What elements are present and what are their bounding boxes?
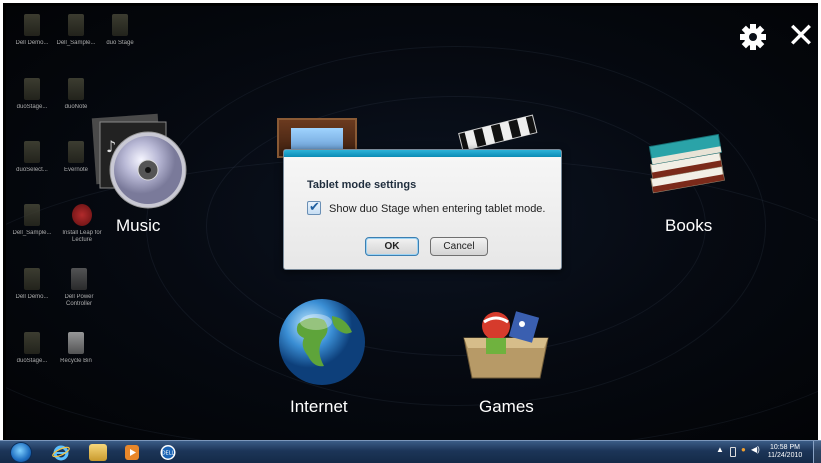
- dialog-title: Tablet mode settings: [307, 179, 417, 191]
- desktop-icon[interactable]: Dell_Sample...: [54, 14, 98, 47]
- clock[interactable]: 10:58 PM 11/24/2010: [762, 444, 808, 460]
- gear-icon[interactable]: [739, 23, 767, 51]
- volume-icon[interactable]: ◀): [751, 445, 760, 454]
- desktop-icon[interactable]: Dell Demo...: [10, 14, 54, 47]
- internet-label[interactable]: Internet: [290, 397, 348, 417]
- show-duo-stage-checkbox[interactable]: [307, 199, 321, 215]
- desktop-icon[interactable]: duoNote: [54, 78, 98, 111]
- books-label[interactable]: Books: [665, 216, 712, 236]
- show-duo-stage-label[interactable]: Show duo Stage when entering tablet mode…: [329, 203, 545, 215]
- music-label[interactable]: Music: [116, 216, 160, 236]
- dialog-accent-bar: [284, 150, 561, 157]
- tablet-mode-settings-dialog: Tablet mode settings Show duo Stage when…: [283, 149, 562, 270]
- clock-date: 11/24/2010: [767, 452, 803, 459]
- desktop-icon[interactable]: duoStage...: [10, 332, 54, 365]
- media-player-icon[interactable]: [123, 444, 141, 461]
- desktop: Dell Demo... Dell_Sample... duo Stage du…: [6, 6, 818, 443]
- desktop-icon[interactable]: duo Stage: [98, 14, 142, 47]
- file-explorer-icon[interactable]: [89, 444, 107, 461]
- clock-time: 10:58 PM: [770, 444, 800, 451]
- screen: Dell Demo... Dell_Sample... duo Stage du…: [0, 0, 821, 463]
- taskbar: DELL ▲ ● ◀) 10:58 PM 11/24/2010: [0, 440, 821, 463]
- desktop-icon[interactable]: Dell Power Controller: [54, 268, 104, 308]
- cancel-button[interactable]: Cancel: [430, 237, 488, 256]
- desktop-icon[interactable]: duoSelect...: [10, 141, 54, 174]
- network-icon[interactable]: ●: [741, 445, 746, 454]
- music-tile[interactable]: ♪: [90, 112, 190, 217]
- books-icon[interactable]: [639, 128, 739, 200]
- desktop-icon[interactable]: duoStage...: [10, 78, 54, 111]
- games-box-icon[interactable]: [458, 304, 554, 382]
- desktop-icon[interactable]: Recycle Bin: [54, 332, 98, 365]
- show-hidden-icons[interactable]: ▲: [716, 445, 724, 454]
- show-desktop-button[interactable]: [813, 441, 821, 463]
- battery-icon[interactable]: [730, 447, 736, 457]
- internet-explorer-icon[interactable]: [52, 444, 70, 461]
- ok-button[interactable]: OK: [365, 237, 419, 256]
- games-label[interactable]: Games: [479, 397, 534, 417]
- svg-text:DELL: DELL: [162, 451, 175, 457]
- clapperboard-icon[interactable]: [456, 114, 540, 154]
- globe-icon[interactable]: [276, 296, 368, 388]
- start-button[interactable]: [10, 442, 32, 463]
- dell-icon[interactable]: DELL: [159, 444, 177, 461]
- desktop-icon[interactable]: Dell_Sample...: [10, 204, 54, 237]
- music-cd-icon: ♪: [91, 113, 187, 209]
- desktop-icon[interactable]: Dell Demo...: [10, 268, 54, 301]
- close-icon[interactable]: ✕: [786, 19, 816, 53]
